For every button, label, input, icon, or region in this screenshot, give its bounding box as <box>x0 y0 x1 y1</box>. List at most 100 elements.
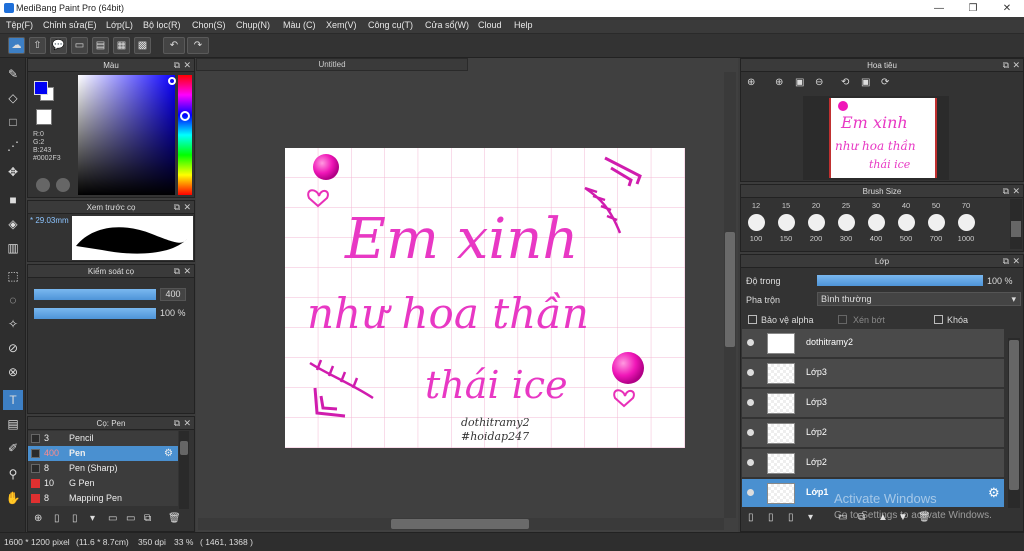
popout-icon[interactable]: ⧉ <box>174 417 180 430</box>
new-layer-icon[interactable]: ▯ <box>748 512 754 523</box>
select-pen-tool-icon[interactable]: ⊘ <box>3 338 23 358</box>
visibility-icon[interactable] <box>747 429 754 436</box>
eyedropper-tool-icon[interactable]: ⚲ <box>3 464 23 484</box>
fill-rect-tool-icon[interactable]: ■ <box>3 190 23 210</box>
close-icon[interactable]: ✕ <box>1012 59 1020 72</box>
brush-item-g-pen[interactable]: 10 G Pen <box>28 476 178 491</box>
redo-icon[interactable]: ↷ <box>187 37 209 54</box>
rotate-right-icon[interactable]: ⟳ <box>881 77 889 88</box>
brush-item-pencil[interactable]: 3 Pencil <box>28 431 178 446</box>
duplicate-icon[interactable]: ⧉ <box>144 513 151 524</box>
layer-scrollbar[interactable] <box>1008 338 1020 508</box>
vertical-scrollbar[interactable] <box>724 72 736 518</box>
menu-window[interactable]: Cửa sổ(W) <box>425 20 469 30</box>
brush-tool-icon[interactable]: ✎ <box>3 64 23 84</box>
rotate-left-icon[interactable]: ⟲ <box>841 77 849 88</box>
brush-item-pen[interactable]: 400 Pen ⚙ <box>28 446 178 461</box>
menu-edit[interactable]: Chỉnh sửa(E) <box>43 20 97 30</box>
menu-color[interactable]: Màu (C) <box>283 20 316 30</box>
trash-icon[interactable]: 🗑 <box>168 513 181 524</box>
layer-row[interactable]: dothitramy2 <box>742 329 1004 358</box>
saturation-value-picker[interactable] <box>78 75 175 195</box>
drawing-canvas[interactable]: Em xinh như hoa thần thái ice dothitramy… <box>285 148 685 448</box>
new-brush-icon[interactable]: ▯ <box>54 513 60 524</box>
zoom-in-icon[interactable]: ⊕ <box>775 77 783 88</box>
horizontal-scrollbar-thumb[interactable] <box>391 519 529 529</box>
popout-icon[interactable]: ⧉ <box>1003 59 1009 72</box>
document-tab[interactable]: Untitled <box>196 58 468 71</box>
hue-slider[interactable] <box>178 75 192 195</box>
vertical-scrollbar-thumb[interactable] <box>725 232 735 347</box>
lock-checkbox[interactable] <box>934 315 943 324</box>
layer-row[interactable]: Lớp2 <box>742 419 1004 448</box>
pen-tool-icon[interactable]: ✐ <box>3 438 23 458</box>
visibility-icon[interactable] <box>747 489 754 496</box>
document-icon[interactable]: ▤ <box>92 37 109 54</box>
add-brush-icon[interactable]: ⊕ <box>34 513 42 524</box>
brush-list-scrollbar[interactable] <box>179 431 189 509</box>
brush-menu-icon[interactable]: ▾ <box>90 513 95 524</box>
gear-icon[interactable]: ⚙ <box>164 446 173 461</box>
menu-filter[interactable]: Bộ lọc(R) <box>143 20 181 30</box>
upload-icon[interactable]: ⇧ <box>29 37 46 54</box>
close-icon[interactable]: ✕ <box>183 265 191 278</box>
magic-wand-tool-icon[interactable]: ✧ <box>3 314 23 334</box>
scrollbar-thumb[interactable] <box>1009 340 1019 490</box>
menu-file[interactable]: Tệp(F) <box>6 20 33 30</box>
brush-size-slider[interactable] <box>34 289 156 300</box>
zoom-fit-icon[interactable]: ⊕ <box>747 77 755 88</box>
gear-icon[interactable]: ⚙ <box>988 485 1000 501</box>
popout-icon[interactable]: ⧉ <box>174 201 180 214</box>
cloud-icon[interactable]: ☁ <box>8 37 25 54</box>
select-eraser-tool-icon[interactable]: ⊗ <box>3 362 23 382</box>
brush-size-preset[interactable]: 15 150 <box>772 201 800 243</box>
brush-size-preset[interactable]: 30 400 <box>862 201 890 243</box>
palette-icon[interactable] <box>36 178 50 192</box>
blend-mode-select[interactable]: Bình thường ▾ <box>817 292 1021 306</box>
brush-size-preset[interactable]: 12 100 <box>742 201 770 243</box>
color-picker-handle[interactable] <box>168 77 176 85</box>
popout-icon[interactable]: ⧉ <box>1003 185 1009 198</box>
menu-view[interactable]: Xem(V) <box>326 20 357 30</box>
transparent-color-swatch[interactable] <box>36 109 52 125</box>
layer-opacity-slider[interactable] <box>817 275 983 286</box>
scrollbar-thumb[interactable] <box>180 441 188 455</box>
import-brush-icon[interactable]: ▭ <box>108 513 117 524</box>
actual-size-icon[interactable]: ▣ <box>795 77 804 88</box>
new-mono-layer-icon[interactable]: ▯ <box>788 512 794 523</box>
menu-layer[interactable]: Lớp(L) <box>106 20 133 30</box>
grid-icon[interactable]: ▩ <box>134 37 151 54</box>
bucket-tool-icon[interactable]: ◈ <box>3 214 23 234</box>
visibility-icon[interactable] <box>747 399 754 406</box>
layout-icon[interactable]: ▦ <box>113 37 130 54</box>
close-icon[interactable]: ✕ <box>183 201 191 214</box>
popout-icon[interactable]: ⧉ <box>174 265 180 278</box>
hue-handle[interactable] <box>180 111 190 121</box>
rectangle-tool-icon[interactable]: □ <box>3 112 23 132</box>
divide-tool-icon[interactable]: ▤ <box>3 414 23 434</box>
close-icon[interactable]: ✕ <box>990 0 1024 17</box>
minimize-icon[interactable]: — <box>922 0 956 17</box>
close-icon[interactable]: ✕ <box>183 59 191 72</box>
message-icon[interactable]: ▭ <box>71 37 88 54</box>
copy-brush-icon[interactable]: ▯ <box>72 513 78 524</box>
layer-row[interactable]: Lớp3 <box>742 359 1004 388</box>
zoom-out-icon[interactable]: ⊖ <box>815 77 823 88</box>
brush-item-pen-sharp[interactable]: 8 Pen (Sharp) <box>28 461 178 476</box>
close-icon[interactable]: ✕ <box>183 417 191 430</box>
menu-cloud[interactable]: Cloud <box>478 20 502 30</box>
brush-item-mapping-pen[interactable]: 8 Mapping Pen <box>28 491 178 506</box>
visibility-icon[interactable] <box>747 339 754 346</box>
visibility-icon[interactable] <box>747 369 754 376</box>
dot-tool-icon[interactable]: ⋰ <box>3 136 23 156</box>
brush-size-value[interactable]: 400 <box>160 288 186 301</box>
brush-size-preset[interactable]: 50 700 <box>922 201 950 243</box>
menu-help[interactable]: Help <box>514 20 533 30</box>
menu-select[interactable]: Chọn(S) <box>192 20 226 30</box>
scrollbar-thumb[interactable] <box>1011 221 1021 237</box>
undo-icon[interactable]: ↶ <box>163 37 185 54</box>
visibility-icon[interactable] <box>747 459 754 466</box>
protect-alpha-checkbox[interactable] <box>748 315 757 324</box>
navigator-thumbnail[interactable]: Em xinh như hoa thần thái ice <box>829 98 937 178</box>
close-icon[interactable]: ✕ <box>1012 255 1020 268</box>
